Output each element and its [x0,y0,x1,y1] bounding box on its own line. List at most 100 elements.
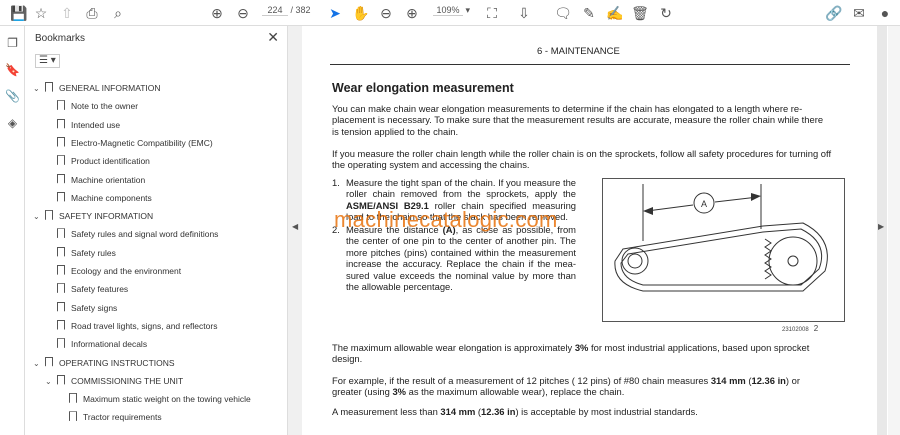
bookmark-flag-icon [57,155,65,166]
watermark: machinecatalogic.com [334,207,558,232]
page-down-icon[interactable]: ⊖ [234,4,252,22]
zoom-in-icon[interactable]: ⊕ [403,4,421,22]
bookmark-label: Tractor requirements [83,412,162,423]
star-icon[interactable]: ☆ [32,4,50,22]
bookmark-flag-icon [69,411,77,422]
zoom-level[interactable]: 109% [433,5,463,16]
bookmark-item[interactable]: Tractor requirements [57,408,162,426]
panel-splitter[interactable]: ◀ [288,26,302,435]
chain-figure: A [602,178,845,322]
rotate-icon[interactable]: ↻ [657,4,675,22]
bookmark-options-button[interactable]: ☰ ▾ [35,54,60,68]
bookmark-label: SAFETY INFORMATION [59,211,154,222]
pages-icon[interactable]: ❐ [4,36,21,53]
bookmark-item[interactable]: Note to the owner [45,97,138,115]
bookmark-item[interactable]: Machine components [45,189,152,207]
document-scrollbar[interactable] [888,26,900,435]
bookmark-item[interactable]: Product identification [45,152,150,170]
bookmark-item[interactable]: ⌄ GENERAL INFORMATION [33,79,161,97]
bookmark-label: OPERATING INSTRUCTIONS [59,357,175,368]
bookmark-flag-icon [57,374,65,385]
bookmark-flag-icon [57,228,65,239]
step-number: 1. [332,177,340,188]
bookmark-item[interactable]: Safety rules and signal word definitions [45,225,218,243]
step-2: Measure the distance (A), as close as po… [346,224,576,293]
chevron-down-icon[interactable]: ⌄ [45,373,57,391]
account-icon[interactable]: ● [876,4,894,22]
figure-label: A [701,199,707,209]
bookmark-flag-icon [45,356,53,367]
bookmark-flag-icon [45,210,53,221]
delete-icon[interactable]: 🗑 [631,4,649,22]
bookmark-label: Road travel lights, signs, and reflector… [71,320,218,331]
select-cursor-icon[interactable]: ➤ [326,4,344,22]
bookmark-label: GENERAL INFORMATION [59,83,161,93]
bookmark-item[interactable]: ⌄ SAFETY INFORMATION [33,207,153,225]
bookmark-flag-icon [57,283,65,294]
bookmark-item[interactable]: ⌄ COMMISSIONING THE UNIT [45,372,183,390]
bookmark-label: Informational decals [71,339,148,350]
page-header: 6 - MAINTENANCE [537,46,620,57]
page-up-icon[interactable]: ⊕ [208,4,226,22]
bookmark-flag-icon [45,82,53,92]
bookmark-label: Electro-Magnetic Compatibility (EMC) [71,137,213,148]
bookmark-item[interactable]: ⌄ OPERATING INSTRUCTIONS [33,354,175,372]
chevron-down-icon[interactable]: ⌄ [33,80,45,98]
bookmark-flag-icon [69,393,77,404]
sign-icon[interactable]: ✍ [606,4,624,22]
toolbar: 💾 ☆ ⇧ ⎙ ⌕ ⊕ ⊖ 224 / 382 ➤ ✋ ⊖ ⊕ 109% ▾ ⛶… [0,0,900,26]
expand-right-arrow-icon[interactable]: ▶ [878,222,884,231]
search-icon[interactable]: ⌕ [109,4,127,22]
bookmark-label: Safety rules [71,247,116,258]
bookmark-flag-icon [57,191,65,202]
highlight-pen-icon[interactable]: ✎ [580,4,598,22]
section-title: Wear elongation measurement [332,81,514,95]
bookmark-flag-icon [57,246,65,257]
figure-caption: 23102008 2 [782,324,819,333]
bookmark-icon[interactable]: 🔖 [4,63,21,80]
save-icon[interactable]: 💾 [10,4,28,22]
paragraph: You can make chain wear elongation measu… [332,103,824,137]
bookmark-item[interactable]: Safety rules [45,244,116,262]
bookmark-label: COMMISSIONING THE UNIT [71,375,184,386]
chevron-down-icon[interactable]: ⌄ [33,208,45,226]
bookmark-item[interactable]: Intended use [45,116,120,134]
paragraph: For example, if the result of a measurem… [332,375,800,398]
bookmark-flag-icon [57,173,65,184]
hand-icon[interactable]: ✋ [352,4,370,22]
bookmark-label: Maximum static weight on the towing vehi… [83,394,251,405]
comment-icon[interactable]: 🗨 [554,4,572,22]
bookmark-flag-icon [57,136,65,147]
chevron-down-icon[interactable]: ⌄ [33,355,45,373]
print-icon[interactable]: ⎙ [83,4,101,22]
fit-page-icon[interactable]: ⛶ [483,4,501,22]
bookmark-item[interactable]: Safety signs [45,299,117,317]
email-icon[interactable]: ✉ [850,4,868,22]
zoom-out-icon[interactable]: ⊖ [377,4,395,22]
cloud-upload-icon[interactable]: ⇧ [58,4,76,22]
bookmark-item[interactable]: Road travel lights, signs, and reflector… [45,317,217,335]
bookmark-flag-icon [57,100,65,111]
bookmark-label: Ecology and the environment [71,266,182,276]
divider [330,64,850,65]
bookmark-item[interactable]: Ecology and the environment [45,262,181,280]
paragraph: The maximum allowable wear elongation is… [332,342,810,365]
bookmarks-panel: Bookmarks ✕ ☰ ▾ ⌄ GENERAL INFORMATION Note… [25,26,308,435]
share-link-icon[interactable]: 🔗 [825,4,843,22]
bookmark-label: Machine orientation [71,174,146,185]
page-number-input[interactable]: 224 [262,5,288,16]
paragraph: If you measure the roller chain length w… [332,148,832,171]
bookmark-item[interactable]: Maximum static weight on the towing vehi… [57,390,251,408]
bookmark-label: Product identification [71,156,150,167]
bookmark-label: Safety signs [71,302,118,313]
bookmark-item[interactable]: Electro-Magnetic Compatibility (EMC) [45,134,213,152]
attachment-icon[interactable]: 📎 [4,89,21,106]
bookmark-item[interactable]: Safety features [45,280,128,298]
bookmark-item[interactable]: Informational decals [45,335,147,353]
layers-icon[interactable]: ◈ [4,116,21,133]
close-icon[interactable]: ✕ [267,29,279,46]
scroll-mode-icon[interactable]: ⇩ [515,4,533,22]
bookmark-item[interactable]: Machine orientation [45,171,145,189]
bookmark-label: Safety features [71,284,129,295]
collapse-arrow-icon[interactable]: ◀ [292,222,298,231]
